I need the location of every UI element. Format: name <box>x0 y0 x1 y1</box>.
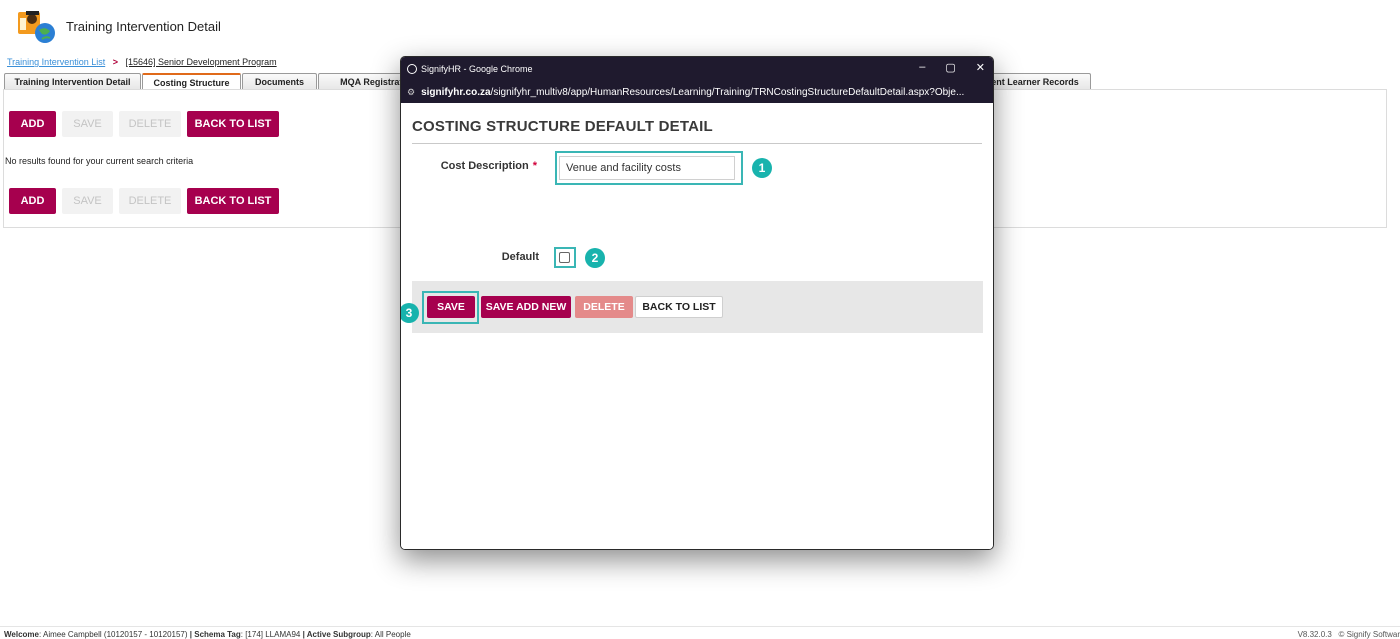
step-marker-2: 2 <box>585 248 605 268</box>
required-marker: * <box>532 160 537 172</box>
welcome-label: Welcome <box>4 630 39 639</box>
page-title: Training Intervention Detail <box>66 19 221 34</box>
add-button[interactable]: ADD <box>9 111 56 137</box>
modal-delete-button[interactable]: DELETE <box>575 296 633 318</box>
version-text: V8.32.0.3 <box>1297 630 1332 639</box>
cost-description-input[interactable] <box>559 156 735 180</box>
add-button-bottom[interactable]: ADD <box>9 188 56 214</box>
window-title: SignifyHR - Google Chrome <box>421 64 533 74</box>
delete-button-bottom[interactable]: DELETE <box>119 188 181 214</box>
tab-documents[interactable]: Documents <box>242 73 317 90</box>
step-marker-1: 1 <box>752 158 772 178</box>
subgroup-label: | Active Subgroup <box>302 630 371 639</box>
chrome-icon <box>407 64 417 74</box>
no-results-message: No results found for your current search… <box>5 156 194 166</box>
chrome-popup-window: SignifyHR - Google Chrome – ▢ ✕ ⚙ signif… <box>400 56 994 550</box>
cost-description-label-text: Cost Description <box>440 160 529 172</box>
save-button-bottom[interactable]: SAVE <box>62 188 113 214</box>
save-button[interactable]: SAVE <box>62 111 113 137</box>
cost-description-label: Cost Description * <box>431 160 537 172</box>
minimize-icon[interactable]: – <box>919 61 925 74</box>
modal-save-button[interactable]: SAVE <box>427 296 475 318</box>
back-to-list-button[interactable]: BACK TO LIST <box>187 111 279 137</box>
tab-costing-structure[interactable]: Costing Structure <box>142 73 241 90</box>
default-label: Default <box>501 251 539 263</box>
maximize-icon[interactable]: ▢ <box>945 61 955 74</box>
breadcrumb: Training Intervention List > [15646] Sen… <box>7 57 277 67</box>
breadcrumb-link-list[interactable]: Training Intervention List <box>7 57 105 67</box>
url-host: signifyhr.co.za <box>421 86 491 98</box>
footer-session-info: Welcome: Aimee Campbell (10120157 - 1012… <box>4 630 411 639</box>
welcome-value: : Aimee Campbell (10120157 - 10120157) <box>38 630 188 639</box>
copyright-text: © Signify Softwar <box>1338 630 1400 639</box>
site-settings-icon[interactable]: ⚙ <box>407 87 415 98</box>
modal-body: COSTING STRUCTURE DEFAULT DETAIL Cost De… <box>401 103 993 549</box>
window-controls: – ▢ ✕ <box>919 61 985 74</box>
modal-heading: COSTING STRUCTURE DEFAULT DETAIL <box>412 118 713 135</box>
status-footer: Welcome: Aimee Campbell (10120157 - 1012… <box>0 626 1400 639</box>
modal-back-to-list-button[interactable]: BACK TO LIST <box>635 296 723 318</box>
subgroup-value: : All People <box>370 630 411 639</box>
chrome-title-bar[interactable]: SignifyHR - Google Chrome – ▢ ✕ <box>401 57 993 81</box>
delete-button[interactable]: DELETE <box>119 111 181 137</box>
url-path: /signifyhr_multiv8/app/HumanResources/Le… <box>490 86 965 98</box>
app-logo <box>6 8 58 44</box>
modal-action-bar: SAVE SAVE ADD NEW DELETE BACK TO LIST <box>412 281 983 333</box>
tab-training-intervention-detail[interactable]: Training Intervention Detail <box>4 73 141 90</box>
address-bar[interactable]: ⚙ signifyhr.co.za/signifyhr_multiv8/app/… <box>401 81 993 103</box>
step-marker-3: 3 <box>401 303 419 323</box>
schema-label: | Schema Tag <box>189 630 241 639</box>
heading-divider <box>412 143 982 144</box>
breadcrumb-current: [15646] Senior Development Program <box>125 57 277 67</box>
schema-value: : [174] LLAMA94 <box>240 630 301 639</box>
footer-version-info: V8.32.0.3 © Signify Softwar <box>1298 630 1400 639</box>
save-add-new-button[interactable]: SAVE ADD NEW <box>481 296 571 318</box>
back-to-list-button-bottom[interactable]: BACK TO LIST <box>187 188 279 214</box>
default-checkbox[interactable] <box>559 252 570 263</box>
close-icon[interactable]: ✕ <box>976 61 985 74</box>
breadcrumb-separator: > <box>112 57 118 67</box>
